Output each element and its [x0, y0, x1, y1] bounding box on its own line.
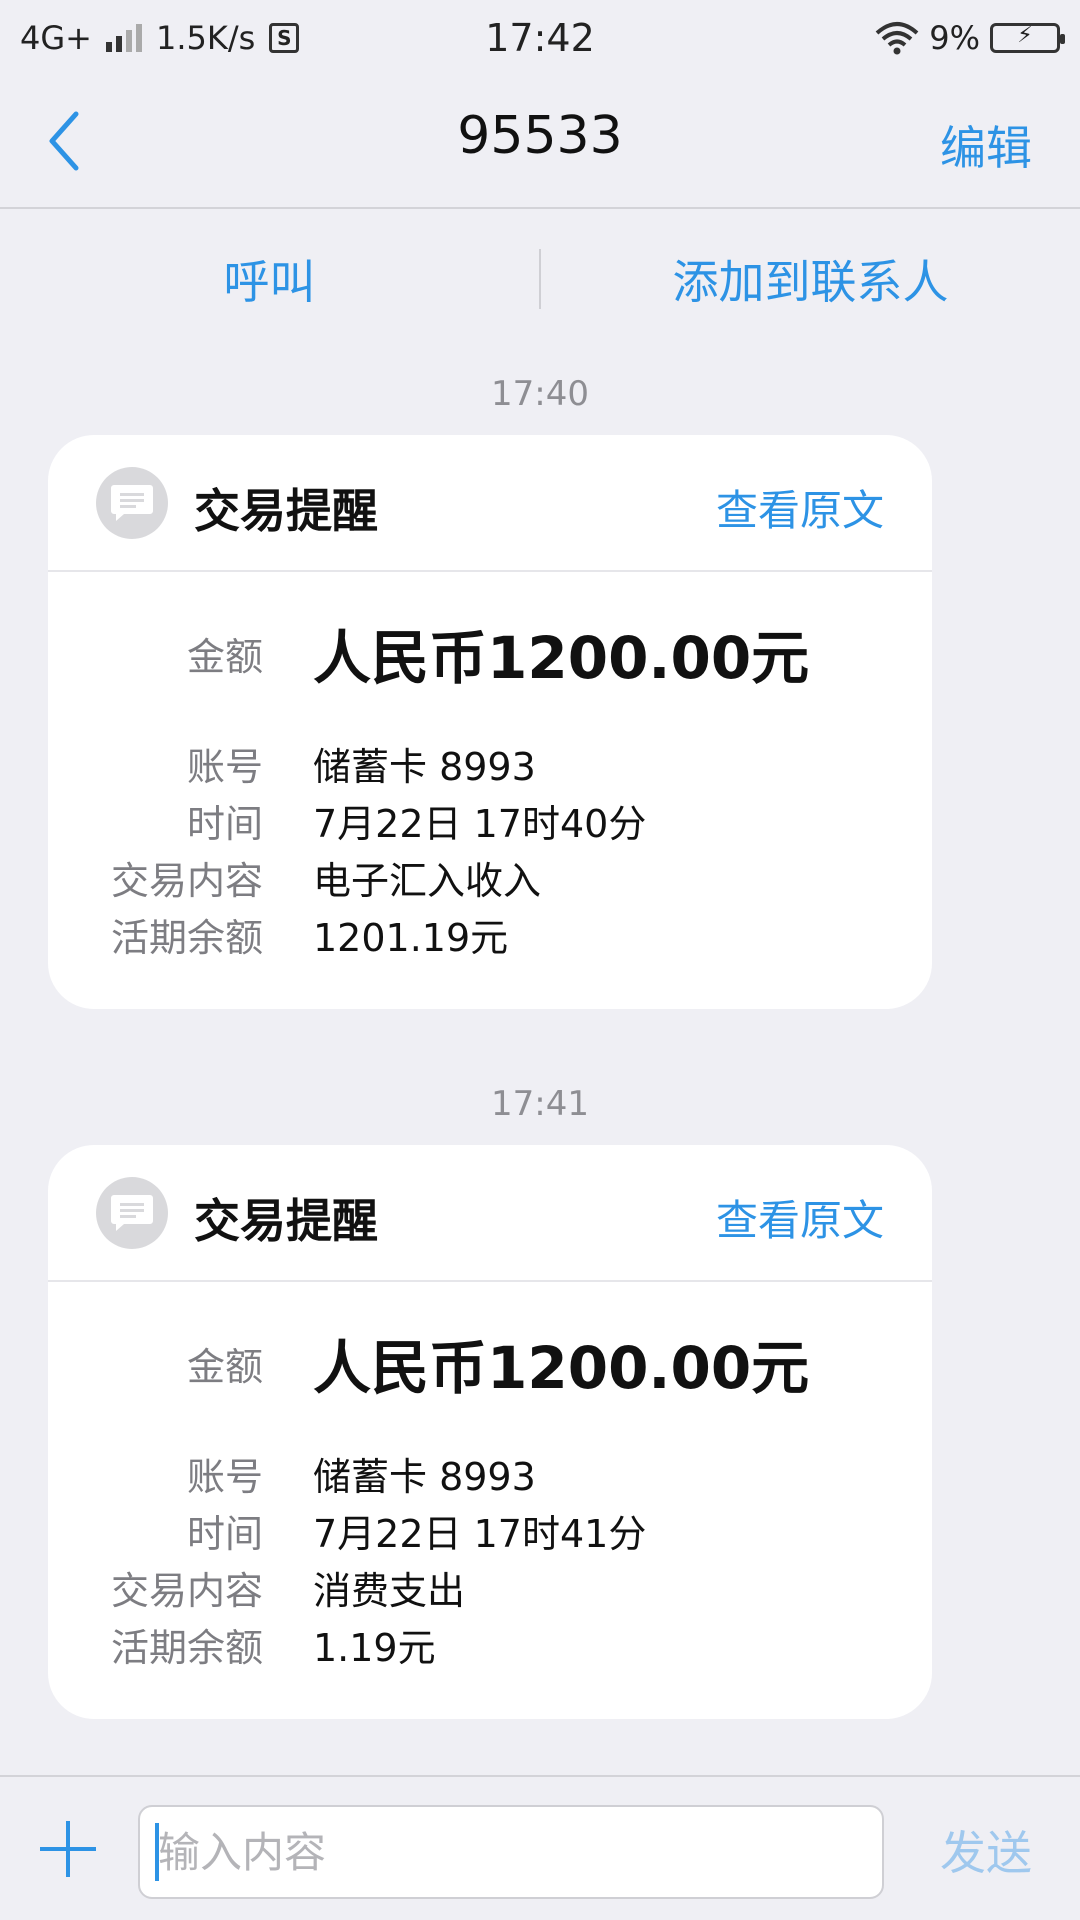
message-timestamp: 17:41 — [491, 1084, 589, 1124]
contact-action-row: 呼叫 添加到联系人 — [0, 209, 1080, 349]
conversation-title: 95533 — [457, 106, 623, 166]
network-speed: 1.5K/s — [155, 19, 256, 57]
call-button[interactable]: 呼叫 — [0, 246, 539, 312]
amount-label: 金额 — [186, 634, 263, 679]
content-row: 交易内容 电子汇入收入 — [48, 849, 932, 905]
time-value: 7月22日 17时40分 — [313, 801, 647, 846]
time-label: 时间 — [186, 1511, 263, 1556]
add-attachment-button[interactable] — [40, 1821, 96, 1877]
add-contact-button[interactable]: 添加到联系人 — [541, 246, 1080, 312]
content-label: 交易内容 — [110, 858, 263, 903]
network-type: 4G+ — [20, 19, 92, 57]
transaction-card: 交易提醒 查看原文 金额 人民币1200.00元 账号 储蓄卡 8993 时间 … — [48, 435, 932, 1009]
card-title: 交易提醒 — [194, 484, 378, 538]
content-value: 电子汇入收入 — [313, 858, 542, 903]
content-value: 消费支出 — [313, 1568, 466, 1613]
balance-value: 1201.19元 — [313, 915, 509, 960]
account-row: 账号 储蓄卡 8993 — [48, 1445, 932, 1501]
status-left: 4G+ 1.5K/s S — [20, 19, 300, 57]
time-row: 时间 7月22日 17时40分 — [48, 792, 932, 848]
back-button[interactable] — [44, 106, 104, 176]
balance-row: 活期余额 1201.19元 — [48, 906, 932, 962]
card-header: 交易提醒 查看原文 — [48, 435, 932, 572]
time-row: 时间 7月22日 17时41分 — [48, 1502, 932, 1558]
amount-value: 人民币1200.00元 — [313, 1334, 810, 1402]
card-header: 交易提醒 查看原文 — [48, 1145, 932, 1282]
balance-row: 活期余额 1.19元 — [48, 1616, 932, 1672]
message-icon — [96, 1177, 168, 1249]
balance-label: 活期余额 — [110, 1625, 263, 1670]
view-original-link[interactable]: 查看原文 — [716, 477, 884, 538]
signal-icon — [105, 24, 142, 52]
content-label: 交易内容 — [110, 1568, 263, 1613]
balance-value: 1.19元 — [313, 1625, 436, 1670]
account-value: 储蓄卡 8993 — [313, 1454, 536, 1499]
content-row: 交易内容 消费支出 — [48, 1559, 932, 1615]
account-row: 账号 储蓄卡 8993 — [48, 735, 932, 791]
account-value: 储蓄卡 8993 — [313, 744, 536, 789]
battery-icon: ⚡ — [990, 23, 1065, 53]
time-label: 时间 — [186, 801, 263, 846]
status-bar: 4G+ 1.5K/s S 17:42 9% ⚡ — [0, 0, 1080, 76]
balance-label: 活期余额 — [110, 915, 263, 960]
transaction-card: 交易提醒 查看原文 金额 人民币1200.00元 账号 储蓄卡 8993 时间 … — [48, 1145, 932, 1719]
view-original-link[interactable]: 查看原文 — [716, 1187, 884, 1248]
edit-button[interactable]: 编辑 — [940, 112, 1032, 178]
amount-row: 金额 人民币1200.00元 — [48, 1323, 932, 1403]
amount-value: 人民币1200.00元 — [313, 624, 810, 692]
wifi-icon — [875, 22, 919, 55]
card-title: 交易提醒 — [194, 1194, 378, 1248]
message-icon — [96, 467, 168, 539]
message-input[interactable] — [138, 1805, 884, 1899]
navigation-bar: 95533 编辑 — [0, 76, 1080, 209]
message-composer: 发送 — [0, 1775, 1080, 1920]
battery-percent: 9% — [929, 19, 980, 57]
time-value: 7月22日 17时41分 — [313, 1511, 647, 1556]
amount-row: 金额 人民币1200.00元 — [48, 613, 932, 693]
message-timestamp: 17:40 — [491, 374, 589, 414]
account-label: 账号 — [186, 744, 263, 789]
text-cursor — [155, 1823, 159, 1881]
sms-conversation-screen: 4G+ 1.5K/s S 17:42 9% ⚡ 95533 编辑 呼叫 添加到联… — [0, 0, 1080, 1920]
status-right: 9% ⚡ — [875, 19, 1065, 57]
notification-s-icon: S — [269, 23, 300, 53]
amount-label: 金额 — [186, 1344, 263, 1389]
account-label: 账号 — [186, 1454, 263, 1499]
send-button[interactable]: 发送 — [940, 1817, 1032, 1883]
chevron-left-icon — [49, 111, 79, 171]
